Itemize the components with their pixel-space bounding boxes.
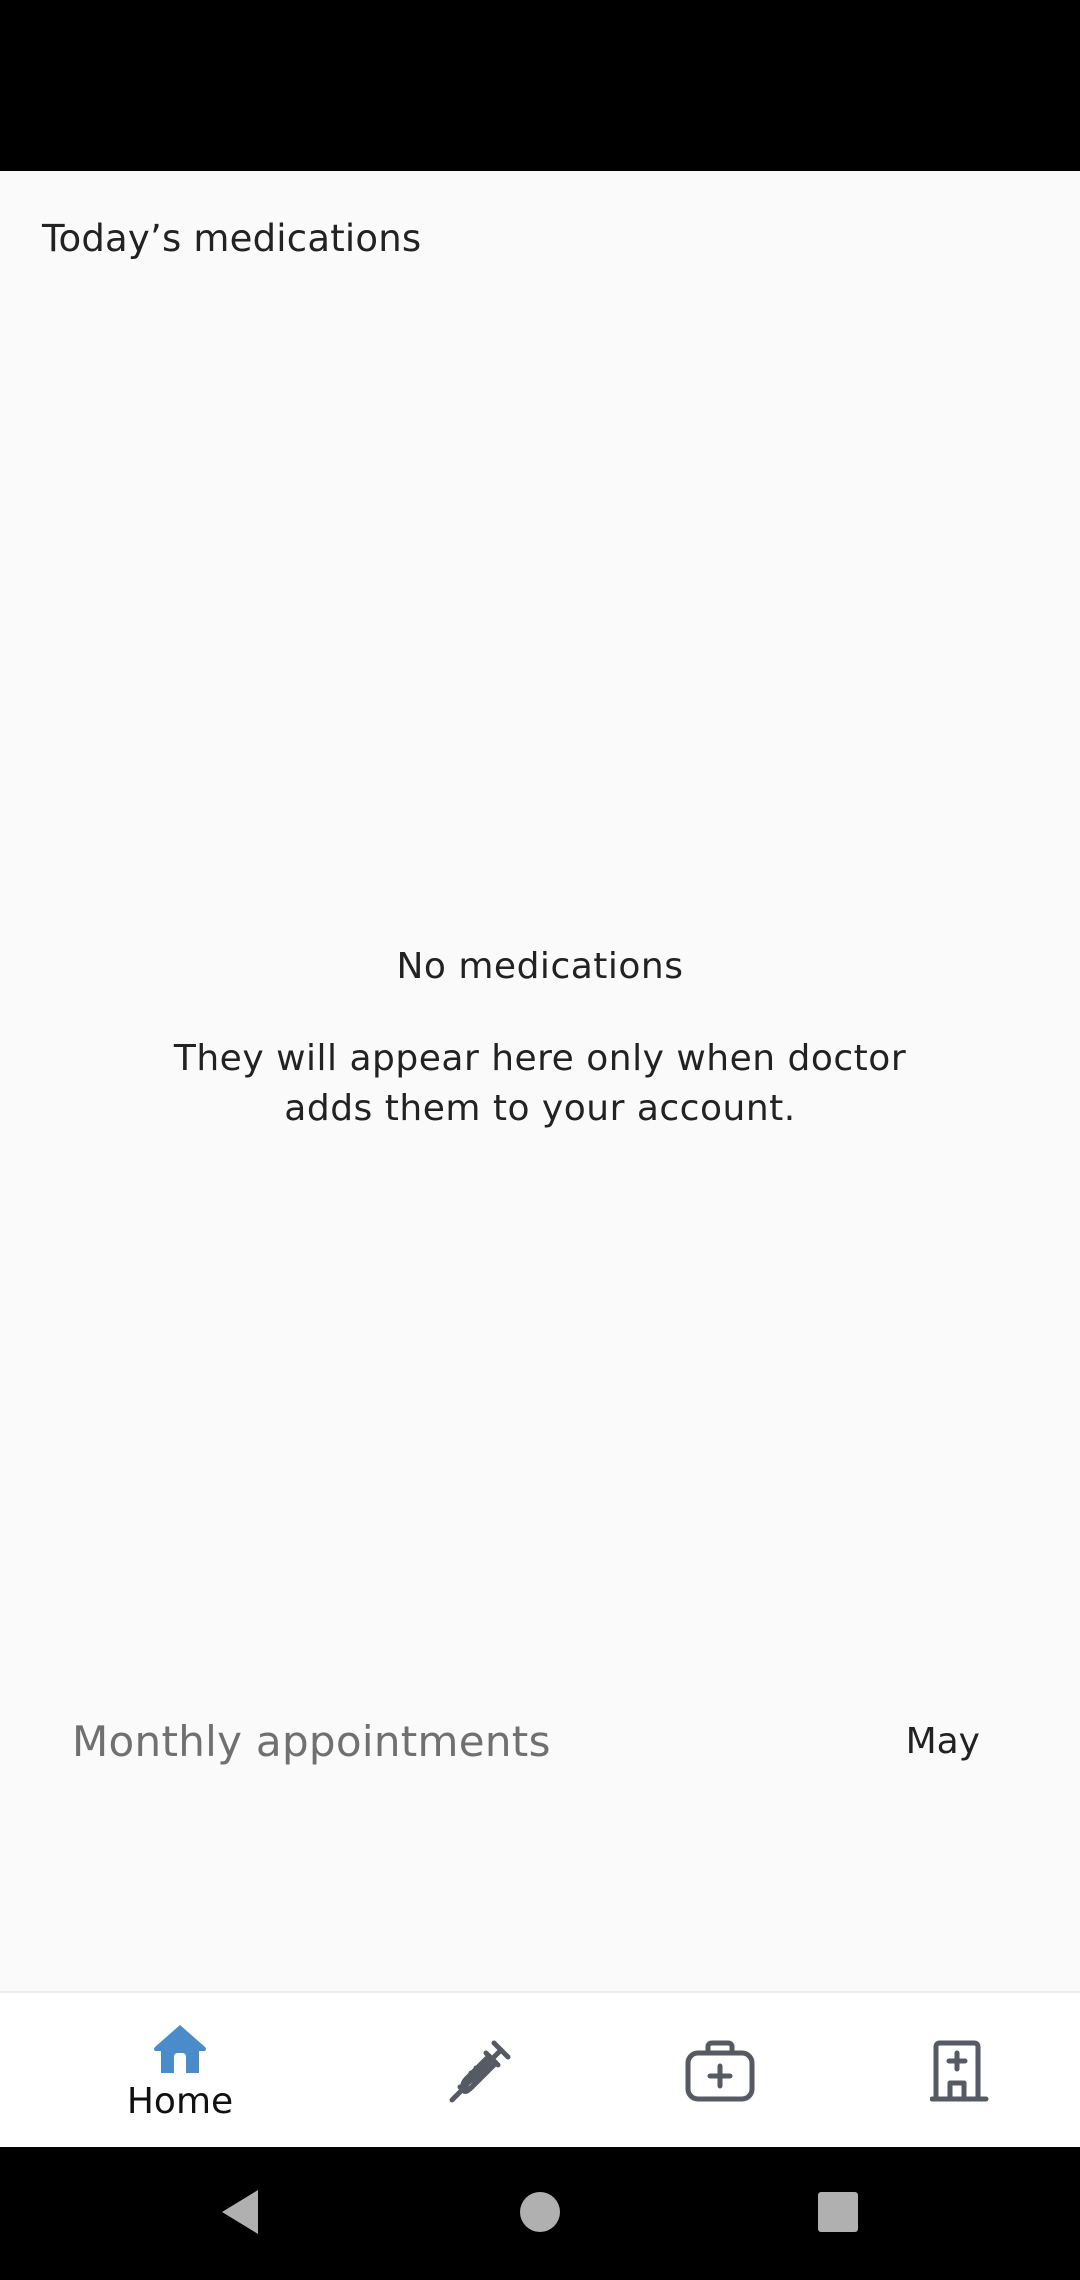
- system-home-button[interactable]: [490, 2147, 590, 2280]
- empty-state-description: They will appear here only when doctor a…: [173, 1038, 907, 1129]
- nav-item-hospital[interactable]: [860, 1993, 1060, 2149]
- medications-empty-state: No medications They will appear here onl…: [0, 944, 1080, 1134]
- main-content: Today’s medications No medications They …: [0, 171, 1080, 1991]
- medical-kit-icon: [684, 2039, 756, 2103]
- status-bar: [0, 0, 1080, 171]
- medications-section-title: Today’s medications: [42, 217, 422, 260]
- month-selector[interactable]: May: [906, 1721, 980, 1762]
- system-recents-button[interactable]: [788, 2147, 888, 2280]
- back-icon: [218, 2188, 262, 2240]
- syringe-icon: [444, 2035, 516, 2107]
- appointments-header: Monthly appointments May: [0, 1707, 1080, 1787]
- nav-item-vaccinations[interactable]: [380, 1993, 580, 2149]
- nav-label-home: Home: [126, 2080, 234, 2122]
- nav-item-home[interactable]: Home: [80, 1993, 280, 2149]
- empty-state-title: No medications: [396, 946, 684, 987]
- hospital-icon: [930, 2039, 990, 2103]
- appointments-title: Monthly appointments: [72, 1717, 551, 1766]
- bottom-navigation: Home: [0, 1991, 1080, 2147]
- system-back-button[interactable]: [190, 2147, 290, 2280]
- system-navigation-bar: [0, 2147, 1080, 2280]
- nav-item-medical-kit[interactable]: [620, 1993, 820, 2149]
- recents-icon: [817, 2191, 859, 2237]
- home-icon: [152, 2021, 208, 2077]
- home-circle-icon: [518, 2190, 562, 2238]
